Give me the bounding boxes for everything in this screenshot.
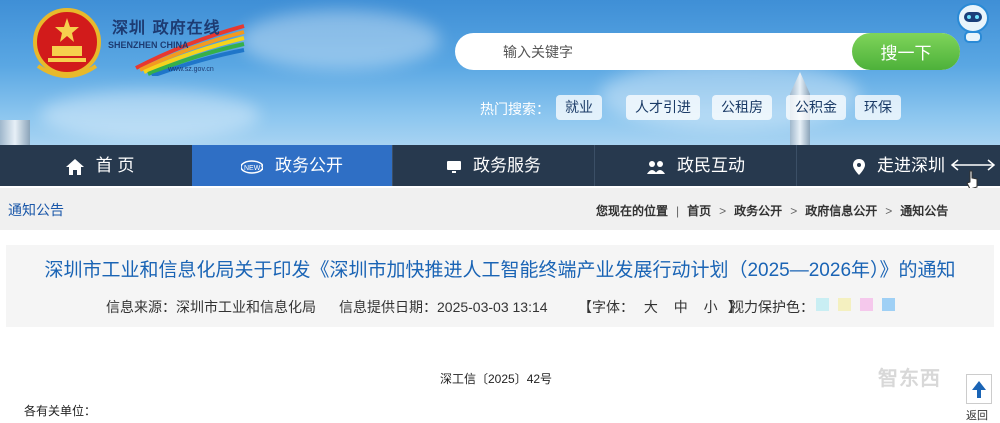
- cloud-decoration: [40, 90, 260, 140]
- source-label: 信息来源：: [106, 299, 176, 315]
- nav-item-label: 政务服务: [473, 156, 541, 175]
- nav-item-zhengwu-gongkai[interactable]: NEWS 政务公开: [192, 145, 393, 186]
- arrow-up-icon: [972, 381, 986, 398]
- back-to-top[interactable]: 返回: [962, 374, 996, 422]
- national-emblem-icon: [33, 8, 101, 78]
- nav-item-zhengmin-hudong[interactable]: 政民互动: [596, 145, 797, 186]
- nav-item-label: 首 页: [95, 156, 135, 175]
- article-header: 深圳市工业和信息化局关于印发《深圳市加快推进人工智能终端产业发展行动计划（202…: [6, 245, 994, 327]
- breadcrumb-bar: 通知公告 您现在的位置 | 首页 > 政务公开 > 政府信息公开 > 通知公告: [0, 188, 1000, 230]
- date-label: 信息提供日期：: [339, 299, 437, 315]
- vision-color-pink[interactable]: [860, 298, 873, 311]
- breadcrumb-item-xinxi[interactable]: 政府信息公开: [805, 204, 877, 218]
- breadcrumb-separator: >: [790, 204, 798, 218]
- hot-tag-jiuye[interactable]: 就业: [556, 95, 602, 120]
- font-size-label: 【字体：: [578, 299, 634, 315]
- vision-protect-label: 视力保护色：: [730, 299, 814, 315]
- site-logo-text: 深圳 政府在线: [112, 18, 221, 37]
- breadcrumb-item-home[interactable]: 首页: [687, 204, 711, 218]
- vision-color-yellow[interactable]: [838, 298, 851, 311]
- article-source: 信息来源：深圳市工业和信息化局: [106, 297, 316, 317]
- watermark-text: 智东西: [878, 368, 941, 390]
- vision-color-blue[interactable]: [882, 298, 895, 311]
- site-url: www.sz.gov.cn: [168, 66, 214, 73]
- hot-tag-gongzufang[interactable]: 公租房: [712, 95, 772, 120]
- source-value: 深圳市工业和信息化局: [176, 299, 316, 315]
- document-number: 深工信〔2025〕42号: [440, 372, 553, 386]
- search-button[interactable]: 搜一下: [852, 33, 960, 70]
- pin-icon: [853, 158, 865, 175]
- robot-assistant-icon[interactable]: [953, 0, 993, 44]
- greeting-text: 各有关单位：: [24, 404, 97, 418]
- back-to-top-button[interactable]: [966, 374, 992, 404]
- breadcrumb-separator: >: [719, 204, 727, 218]
- article-title: 深圳市工业和信息化局关于印发《深圳市加快推进人工智能终端产业发展行动计划（202…: [44, 260, 956, 281]
- back-to-top-label: 返回: [966, 410, 988, 422]
- nav-item-zhengwu-fuwu[interactable]: 政务服务: [394, 145, 595, 186]
- nav-item-label: 政民互动: [677, 156, 745, 175]
- font-size-controls: 【字体： 大 中 小 】: [578, 297, 742, 317]
- hand-cursor-icon: [966, 170, 978, 190]
- search-input[interactable]: [503, 33, 843, 70]
- breadcrumb: 您现在的位置 | 首页 > 政务公开 > 政府信息公开 > 通知公告: [596, 202, 956, 219]
- news-icon: NEWS: [241, 159, 263, 174]
- breadcrumb-item-tongzhi[interactable]: 通知公告: [900, 204, 948, 218]
- vision-color-cyan[interactable]: [816, 298, 829, 311]
- date-value: 2025-03-03 13:14: [437, 299, 548, 315]
- breadcrumb-separator: >: [885, 204, 893, 218]
- nav-item-home[interactable]: 首 页: [0, 145, 201, 186]
- hot-tag-rencai[interactable]: 人才引进: [626, 95, 700, 120]
- site-header: 深圳 政府在线 SHENZHEN CHINA www.sz.gov.cn 搜一下…: [0, 0, 1000, 145]
- site-logo-english: SHENZHEN CHINA: [108, 40, 189, 50]
- people-icon: [647, 160, 665, 174]
- font-size-large[interactable]: 大: [644, 299, 658, 315]
- font-size-small[interactable]: 小: [704, 299, 718, 315]
- hot-tag-huanbao[interactable]: 环保: [855, 95, 901, 120]
- font-size-medium[interactable]: 中: [674, 299, 688, 315]
- main-nav: 首 页 NEWS 政务公开 政务服务 政民互动 走进深圳: [0, 145, 1000, 186]
- svg-text:NEWS: NEWS: [244, 165, 263, 172]
- breadcrumb-item-zhengwu[interactable]: 政务公开: [734, 204, 782, 218]
- search-bar: 搜一下: [455, 33, 960, 70]
- breadcrumb-location-label: 您现在的位置: [596, 204, 669, 218]
- cloud-decoration: [240, 10, 440, 70]
- hot-tag-gongjijin[interactable]: 公积金: [786, 95, 846, 120]
- nav-item-label: 走进深圳: [877, 156, 945, 175]
- breadcrumb-separator: |: [676, 204, 680, 218]
- skyscraper-decoration: [0, 120, 30, 145]
- nav-item-label: 政务公开: [275, 156, 343, 175]
- monitor-icon: [447, 160, 461, 174]
- hot-search-label: 热门搜索：: [480, 101, 550, 117]
- section-title: 通知公告: [8, 202, 64, 218]
- home-icon: [65, 158, 84, 175]
- article-date: 信息提供日期：2025-03-03 13:14: [339, 297, 548, 317]
